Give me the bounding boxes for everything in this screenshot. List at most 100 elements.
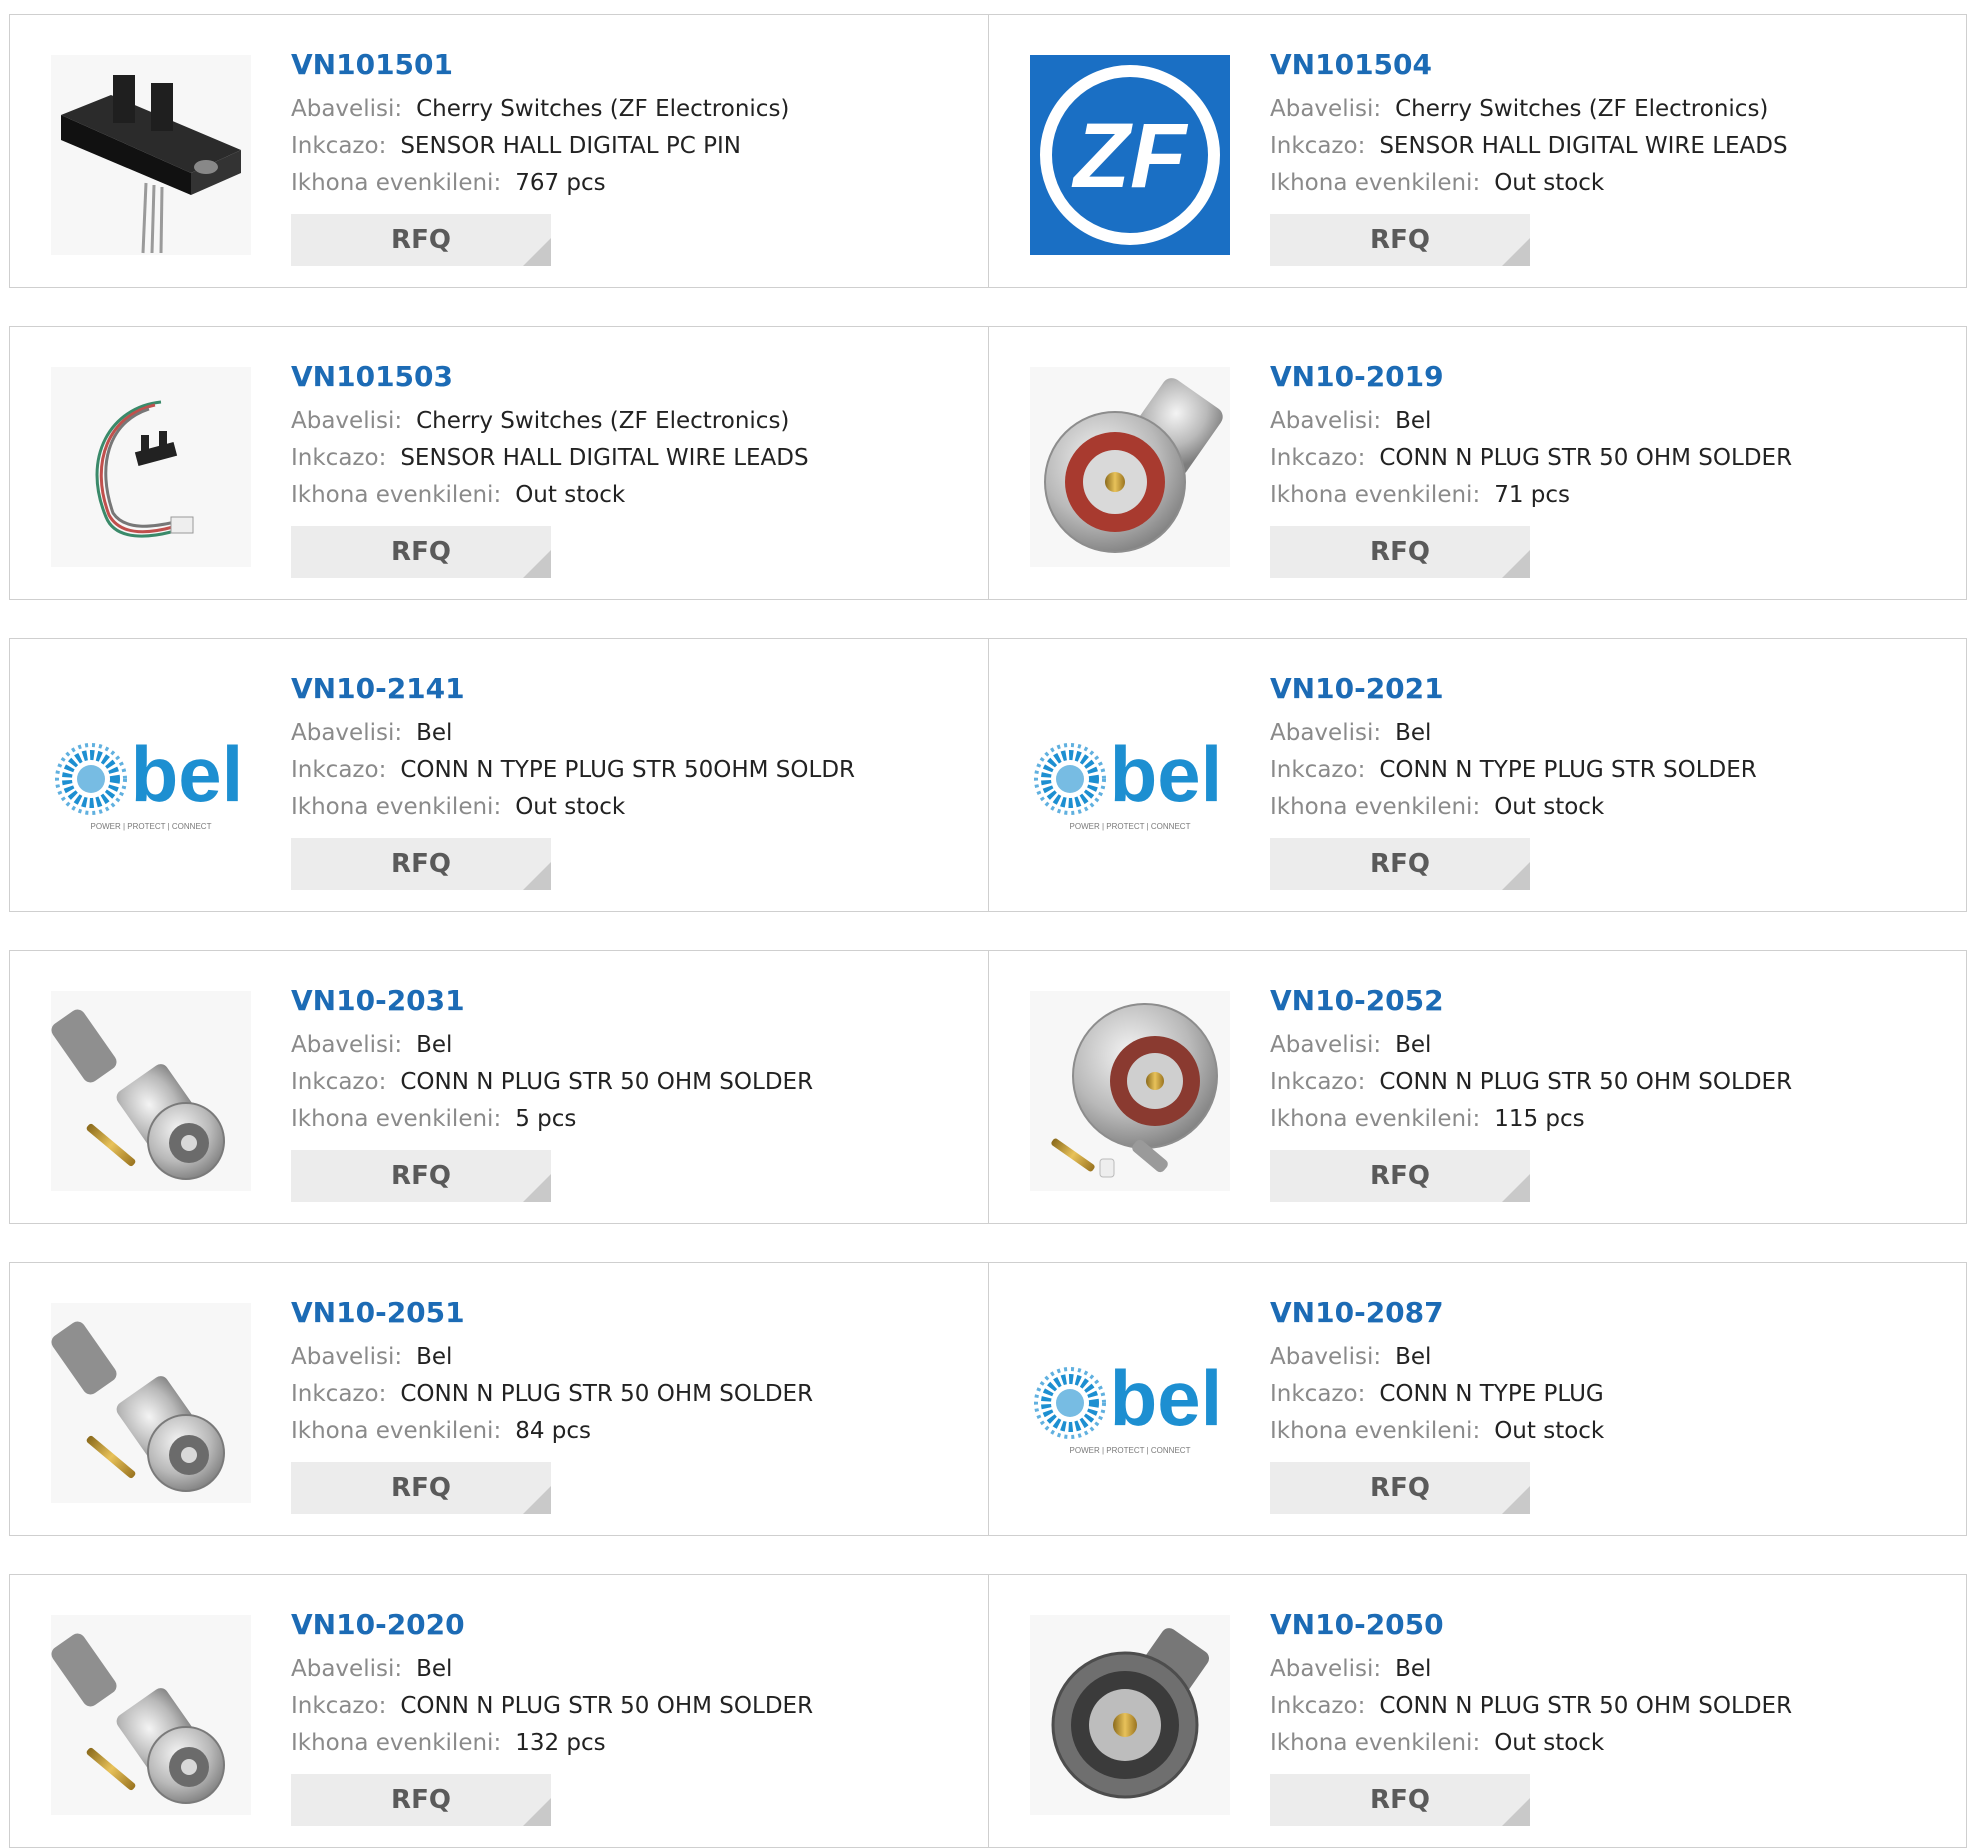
product-info: VN10-2087 Abavelisi: Bel Inkcazo: CONN N T… bbox=[1270, 1295, 1930, 1514]
part-number-link[interactable]: VN10-2021 bbox=[1270, 671, 1930, 707]
stock-row: Ikhona evenkileni: Out stock bbox=[291, 789, 951, 826]
product-info: VN10-2051 Abavelisi: Bel Inkcazo: CONN N P… bbox=[291, 1295, 951, 1514]
n-plug-crimp-kit-icon bbox=[51, 991, 251, 1191]
product-image[interactable] bbox=[1030, 991, 1230, 1191]
corner-fold-icon bbox=[1502, 238, 1530, 266]
part-number-link[interactable]: VN10-2051 bbox=[291, 1295, 951, 1331]
hall-sensor-wire-leads-icon bbox=[51, 367, 251, 567]
description-label: Inkcazo: bbox=[1270, 757, 1366, 783]
manufacturer-value: Bel bbox=[416, 1032, 453, 1058]
rfq-button[interactable]: RFQ bbox=[1270, 1462, 1530, 1514]
manufacturer-value: Cherry Switches (ZF Electronics) bbox=[416, 408, 790, 434]
product-image[interactable] bbox=[51, 991, 251, 1191]
product-row: VN10-2020 Abavelisi: Bel Inkcazo: CONN N P… bbox=[9, 1574, 1967, 1848]
rfq-button[interactable]: RFQ bbox=[291, 1150, 551, 1202]
product-card: bel POWER | PROTECT | CONNECT VN10-2021 … bbox=[988, 639, 1966, 911]
description-label: Inkcazo: bbox=[291, 133, 387, 159]
stock-row: Ikhona evenkileni: 71 pcs bbox=[1270, 477, 1930, 514]
manufacturer-label: Abavelisi: bbox=[1270, 1656, 1382, 1682]
stock-row: Ikhona evenkileni: 84 pcs bbox=[291, 1413, 951, 1450]
manufacturer-row: Abavelisi: Cherry Switches (ZF Electronic… bbox=[1270, 91, 1930, 128]
corner-fold-icon bbox=[523, 862, 551, 890]
rfq-button[interactable]: RFQ bbox=[1270, 1774, 1530, 1826]
description-row: Inkcazo: SENSOR HALL DIGITAL WIRE LEADS bbox=[1270, 128, 1930, 165]
manufacturer-row: Abavelisi: Cherry Switches (ZF Electronic… bbox=[291, 91, 951, 128]
product-info: VN10-2141 Abavelisi: Bel Inkcazo: CONN N T… bbox=[291, 671, 951, 890]
product-card: bel POWER | PROTECT | CONNECT VN10-2087 … bbox=[988, 1263, 1966, 1535]
product-image[interactable] bbox=[1030, 367, 1230, 567]
part-number-link[interactable]: VN10-2052 bbox=[1270, 983, 1930, 1019]
rfq-button[interactable]: RFQ bbox=[291, 526, 551, 578]
rfq-button-label: RFQ bbox=[1370, 537, 1430, 567]
svg-text:POWER | PROTECT | CONNECT: POWER | PROTECT | CONNECT bbox=[91, 822, 212, 831]
rfq-button[interactable]: RFQ bbox=[1270, 526, 1530, 578]
rfq-button[interactable]: RFQ bbox=[1270, 214, 1530, 266]
rfq-button[interactable]: RFQ bbox=[291, 214, 551, 266]
description-label: Inkcazo: bbox=[1270, 445, 1366, 471]
description-value: CONN N TYPE PLUG STR 50OHM SOLDR bbox=[400, 757, 856, 783]
product-card: VN10-2051 Abavelisi: Bel Inkcazo: CONN N P… bbox=[10, 1263, 988, 1535]
rfq-button[interactable]: RFQ bbox=[291, 1462, 551, 1514]
stock-label: Ikhona evenkileni: bbox=[1270, 1730, 1481, 1756]
product-image[interactable]: bel POWER | PROTECT | CONNECT bbox=[1030, 679, 1230, 879]
stock-value: 71 pcs bbox=[1494, 482, 1571, 508]
description-value: SENSOR HALL DIGITAL PC PIN bbox=[400, 133, 741, 159]
description-row: Inkcazo: CONN N PLUG STR 50 OHM SOLDER bbox=[1270, 440, 1930, 477]
stock-label: Ikhona evenkileni: bbox=[291, 482, 502, 508]
corner-fold-icon bbox=[1502, 862, 1530, 890]
product-image[interactable] bbox=[51, 1615, 251, 1815]
rfq-button[interactable]: RFQ bbox=[291, 838, 551, 890]
product-image[interactable]: ZF bbox=[1030, 55, 1230, 255]
description-row: Inkcazo: CONN N TYPE PLUG bbox=[1270, 1376, 1930, 1413]
stock-label: Ikhona evenkileni: bbox=[1270, 482, 1481, 508]
stock-row: Ikhona evenkileni: Out stock bbox=[1270, 165, 1930, 202]
description-value: CONN N TYPE PLUG bbox=[1379, 1381, 1604, 1407]
part-number-link[interactable]: VN10-2050 bbox=[1270, 1607, 1930, 1643]
part-number-link[interactable]: VN10-2020 bbox=[291, 1607, 951, 1643]
description-label: Inkcazo: bbox=[291, 445, 387, 471]
svg-text:ZF: ZF bbox=[1071, 105, 1189, 207]
product-info: VN10-2020 Abavelisi: Bel Inkcazo: CONN N P… bbox=[291, 1607, 951, 1826]
corner-fold-icon bbox=[1502, 1486, 1530, 1514]
rfq-button[interactable]: RFQ bbox=[1270, 1150, 1530, 1202]
product-image[interactable] bbox=[1030, 1615, 1230, 1815]
manufacturer-row: Abavelisi: Bel bbox=[291, 1339, 951, 1376]
rfq-button-label: RFQ bbox=[391, 1161, 451, 1191]
part-number-link[interactable]: VN10-2019 bbox=[1270, 359, 1930, 395]
product-info: VN101503 Abavelisi: Cherry Switches (ZF E… bbox=[291, 359, 951, 578]
product-image[interactable]: bel POWER | PROTECT | CONNECT bbox=[1030, 1303, 1230, 1503]
product-row: VN10-2031 Abavelisi: Bel Inkcazo: CONN N P… bbox=[9, 950, 1967, 1224]
part-number-link[interactable]: VN10-2031 bbox=[291, 983, 951, 1019]
manufacturer-value: Bel bbox=[1395, 1656, 1432, 1682]
bel-logo-icon: bel POWER | PROTECT | CONNECT bbox=[51, 679, 251, 879]
rfq-button[interactable]: RFQ bbox=[1270, 838, 1530, 890]
rfq-button[interactable]: RFQ bbox=[291, 1774, 551, 1826]
svg-text:bel: bel bbox=[1110, 1354, 1223, 1442]
stock-value: Out stock bbox=[1494, 794, 1605, 820]
stock-label: Ikhona evenkileni: bbox=[291, 1106, 502, 1132]
part-number-link[interactable]: VN10-2141 bbox=[291, 671, 951, 707]
stock-label: Ikhona evenkileni: bbox=[291, 1418, 502, 1444]
description-label: Inkcazo: bbox=[1270, 1381, 1366, 1407]
part-number-link[interactable]: VN101504 bbox=[1270, 47, 1930, 83]
description-value: CONN N PLUG STR 50 OHM SOLDER bbox=[400, 1069, 814, 1095]
description-value: CONN N PLUG STR 50 OHM SOLDER bbox=[1379, 1693, 1793, 1719]
part-number-link[interactable]: VN101503 bbox=[291, 359, 951, 395]
manufacturer-value: Bel bbox=[1395, 1344, 1432, 1370]
product-image[interactable]: bel POWER | PROTECT | CONNECT bbox=[51, 679, 251, 879]
stock-value: Out stock bbox=[515, 794, 626, 820]
manufacturer-row: Abavelisi: Bel bbox=[1270, 403, 1930, 440]
product-info: VN10-2050 Abavelisi: Bel Inkcazo: CONN N P… bbox=[1270, 1607, 1930, 1826]
part-number-link[interactable]: VN10-2087 bbox=[1270, 1295, 1930, 1331]
product-image[interactable] bbox=[51, 55, 251, 255]
product-info: VN10-2052 Abavelisi: Bel Inkcazo: CONN N P… bbox=[1270, 983, 1930, 1202]
description-row: Inkcazo: CONN N TYPE PLUG STR 50OHM SOLDR bbox=[291, 752, 951, 789]
product-card: ZF VN101504 Abavelisi: Cherry Switches (Z… bbox=[988, 15, 1966, 287]
part-number-link[interactable]: VN101501 bbox=[291, 47, 951, 83]
stock-value: Out stock bbox=[515, 482, 626, 508]
description-label: Inkcazo: bbox=[1270, 133, 1366, 159]
stock-value: Out stock bbox=[1494, 1730, 1605, 1756]
product-image[interactable] bbox=[51, 1303, 251, 1503]
n-plug-crimp-kit-icon bbox=[51, 1303, 251, 1503]
product-image[interactable] bbox=[51, 367, 251, 567]
